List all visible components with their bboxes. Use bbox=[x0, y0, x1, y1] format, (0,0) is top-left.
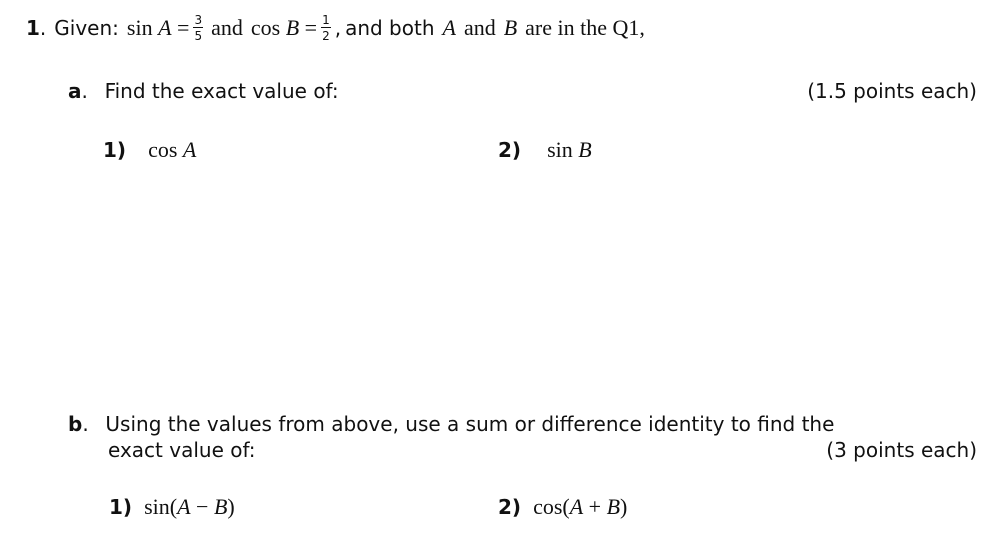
func: sin bbox=[144, 494, 170, 519]
part-a-item-2: 2) sin B bbox=[498, 134, 592, 166]
part-a-item-1: 1) cos A bbox=[103, 134, 196, 166]
close-paren: ) bbox=[227, 494, 235, 519]
part-b-instruction-line2: exact value of: bbox=[108, 438, 256, 462]
arg-a: A bbox=[177, 494, 191, 519]
operator: − bbox=[196, 494, 209, 519]
and-both-text: and both bbox=[345, 16, 435, 40]
question-number: 1 bbox=[26, 16, 40, 40]
func: cos bbox=[148, 137, 178, 162]
sinA-numerator: 3 bbox=[194, 13, 203, 27]
close-paren: ) bbox=[620, 494, 628, 519]
cosB-var: B bbox=[285, 15, 300, 40]
cosB-denominator: 2 bbox=[322, 29, 330, 43]
item-label: 1) bbox=[103, 138, 127, 162]
sinA-denominator: 5 bbox=[194, 29, 203, 43]
and-word-1: and bbox=[211, 15, 243, 40]
question-1-statement: 1. Given: sin A = 3 5 and cos B = 1 2 , … bbox=[26, 10, 645, 46]
arg: B bbox=[578, 137, 592, 162]
item-label: 2) bbox=[498, 495, 522, 519]
cosB-numerator: 1 bbox=[322, 13, 330, 27]
item-label: 1) bbox=[109, 495, 133, 519]
cosB-fraction: 1 2 bbox=[321, 14, 331, 42]
item-expression: sin B bbox=[547, 137, 592, 163]
arg-a: A bbox=[569, 494, 584, 519]
operator: + bbox=[588, 494, 602, 519]
part-b-letter: b bbox=[68, 412, 83, 436]
var-B: B bbox=[503, 15, 518, 40]
given-label: Given: bbox=[54, 16, 119, 40]
open-paren: ( bbox=[169, 494, 178, 519]
fraction-bar bbox=[321, 27, 331, 28]
cosB-func: cos bbox=[250, 15, 281, 40]
item-expression: cos A bbox=[148, 137, 196, 163]
cosB-expression: cos B = bbox=[251, 15, 317, 41]
arg: A bbox=[182, 137, 197, 162]
open-paren: ( bbox=[562, 494, 570, 519]
item-label: 2) bbox=[498, 138, 522, 162]
func: cos bbox=[533, 494, 563, 519]
part-b-letter-dot: . bbox=[82, 412, 89, 436]
part-b-points: (3 points each) bbox=[826, 438, 977, 462]
func: sin bbox=[547, 137, 573, 162]
arg-b: B bbox=[606, 494, 621, 519]
item-expression: sin(A − B) bbox=[144, 494, 235, 520]
sinA-equals: = bbox=[177, 15, 190, 40]
part-a-instruction: Find the exact value of: bbox=[104, 79, 339, 103]
sinA-expression: sin A = bbox=[127, 15, 190, 41]
sinA-fraction: 3 5 bbox=[193, 13, 204, 43]
sinA-var: A bbox=[158, 15, 172, 40]
part-b-item-2: 2) cos(A + B) bbox=[498, 491, 627, 523]
quadrant-text: are in the Q1, bbox=[525, 15, 645, 40]
and-word-2: and bbox=[463, 15, 496, 40]
sinA-func: sin bbox=[126, 15, 153, 40]
question-number-dot: . bbox=[39, 16, 47, 40]
part-a-heading: a. Find the exact value of: bbox=[68, 79, 339, 103]
part-a-letter: a bbox=[68, 79, 82, 103]
part-a-points: (1.5 points each) bbox=[807, 79, 977, 103]
part-b-heading: b. Using the values from above, use a su… bbox=[68, 411, 834, 437]
arg-b: B bbox=[213, 494, 228, 519]
part-a-letter-dot: . bbox=[81, 79, 88, 103]
var-A: A bbox=[442, 15, 456, 40]
fraction-bar bbox=[193, 27, 204, 28]
comma: , bbox=[334, 16, 342, 40]
part-b-item-1: 1) sin(A − B) bbox=[109, 491, 235, 523]
cosB-equals: = bbox=[304, 15, 318, 40]
part-b-instruction-line1: Using the values from above, use a sum o… bbox=[105, 412, 835, 436]
item-expression: cos(A + B) bbox=[533, 494, 627, 520]
